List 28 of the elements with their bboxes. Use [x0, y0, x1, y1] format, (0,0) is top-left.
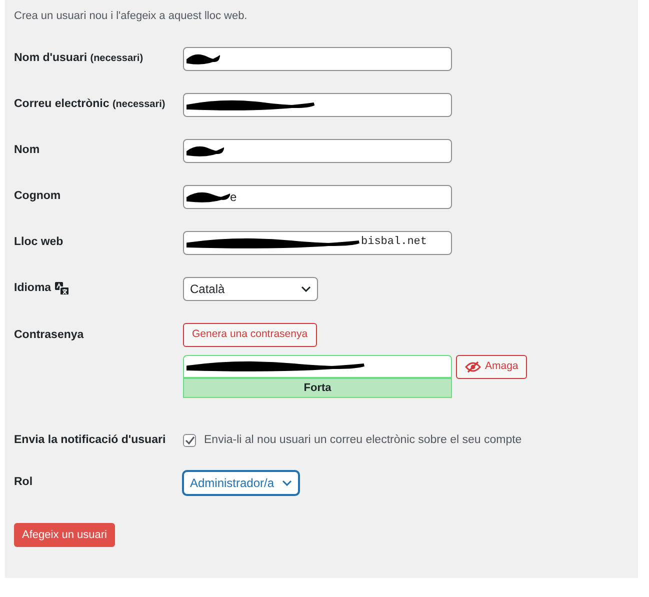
input-field[interactable] [183, 46, 452, 70]
field-label: Idioma [14, 280, 52, 296]
field-label: Nom [14, 142, 41, 158]
field-label: Correu electrònic (necessari) [14, 96, 166, 112]
strength-meter: Forta [183, 378, 452, 398]
translate-icon [55, 282, 70, 295]
language-select[interactable]: Català [183, 276, 318, 300]
generate-password-button[interactable]: Genera una contrasenya [183, 322, 317, 346]
checkbox[interactable] [183, 434, 196, 447]
add-user-button[interactable]: Afegeix un usuari [14, 522, 115, 547]
chevron-down-icon [301, 286, 311, 292]
intro-text: Crea un usuari nou i l'afegeix a aquest lloc web. [14, 9, 248, 24]
field-label: Lloc web [14, 234, 64, 250]
password-field[interactable] [183, 354, 452, 378]
role-select[interactable]: Administrador/a [183, 470, 300, 495]
input-field[interactable]: e [183, 184, 452, 208]
checkbox-label: Envia-li al nou usuari un correu electrònic sobre el seu compte [204, 432, 522, 448]
eye-slash-icon [465, 360, 481, 372]
field-label: Rol [14, 475, 34, 490]
field-label: Envia la notificació d'usuari [14, 432, 167, 448]
input-field[interactable]: bisbal.net [183, 230, 452, 254]
input-field[interactable] [183, 138, 452, 162]
field-label: Nom d'usuari (necessari) [14, 50, 144, 66]
field-label: Contrasenya [14, 328, 85, 342]
field-label: Cognom [14, 188, 62, 204]
input-field[interactable] [183, 92, 452, 116]
chevron-down-icon [282, 480, 292, 486]
hide-password-button[interactable]: Amaga [456, 354, 528, 378]
